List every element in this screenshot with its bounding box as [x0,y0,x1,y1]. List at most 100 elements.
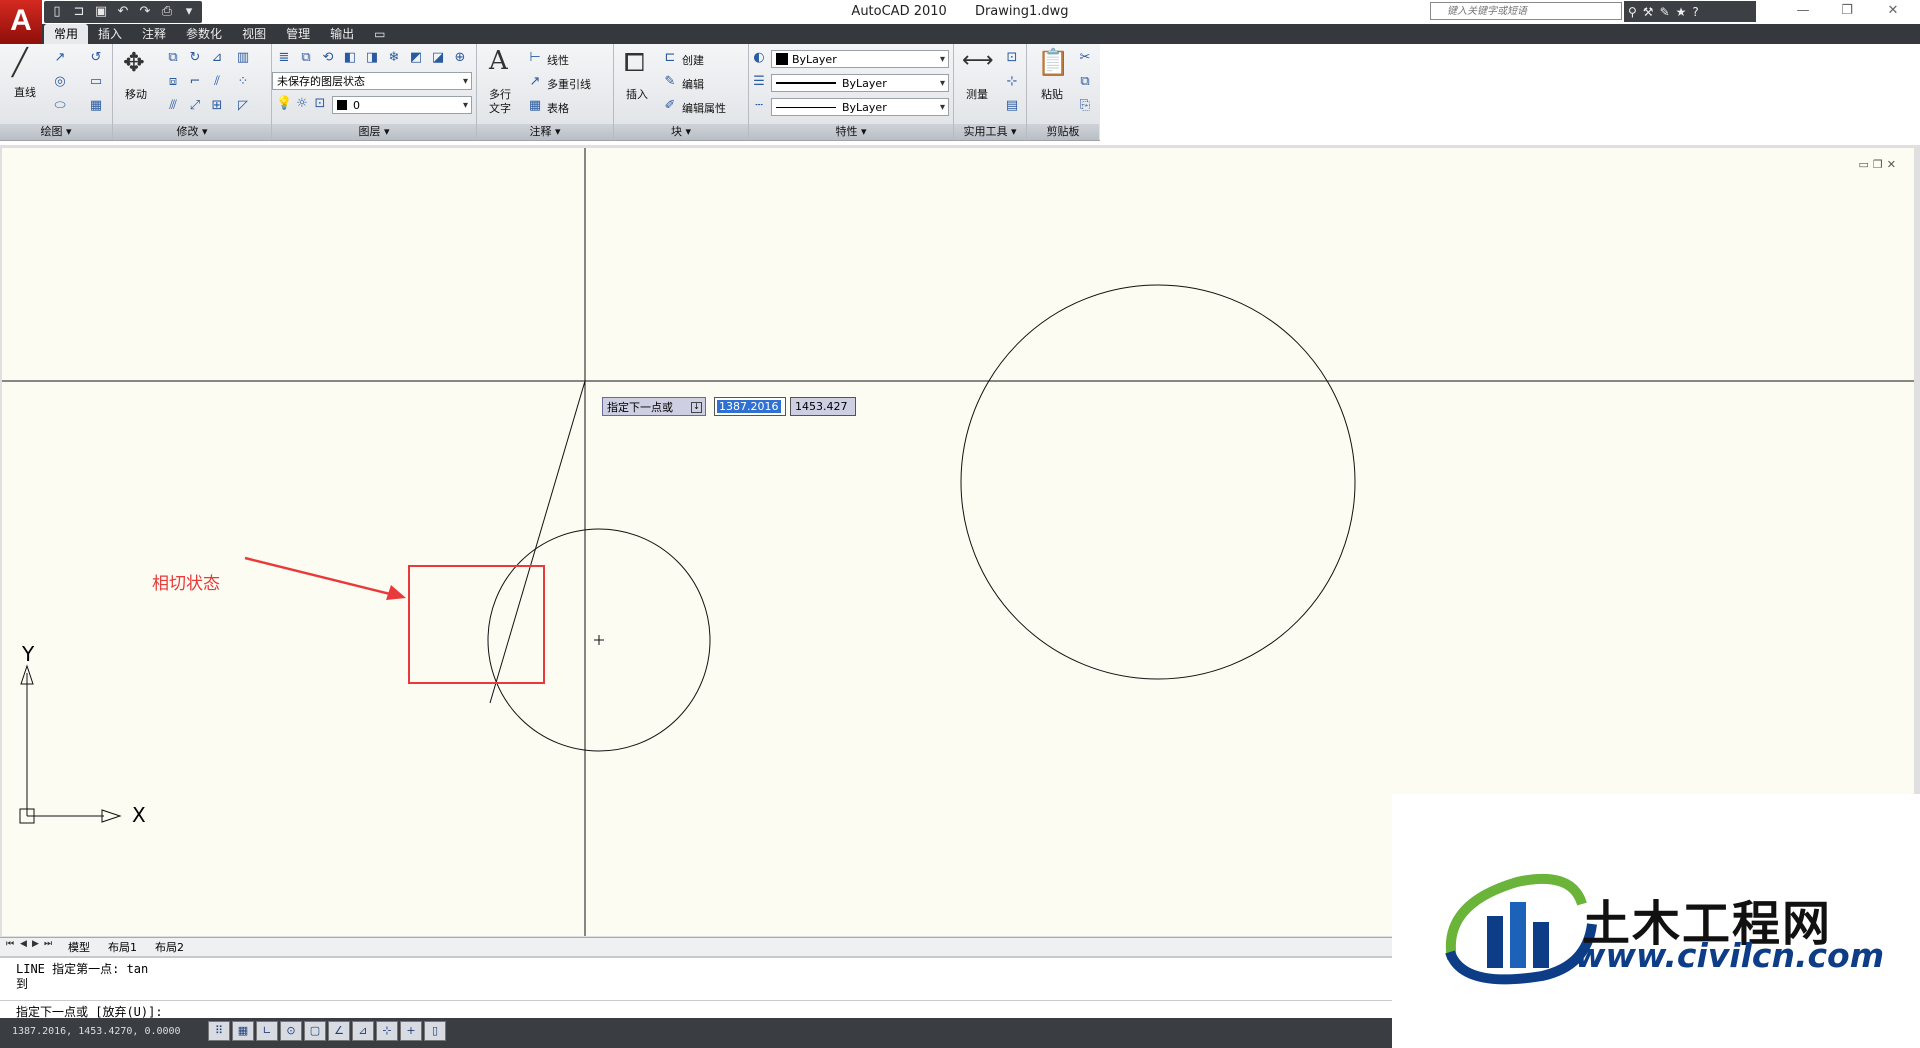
redo-icon[interactable]: ↷ [136,3,154,21]
calculator-icon[interactable]: ▤ [1004,98,1020,114]
tab-home[interactable]: 常用 [44,24,89,44]
grid-toggle-icon[interactable]: ▦ [232,1021,254,1041]
trim-icon[interactable]: ⊿ [209,50,225,66]
block-panel-title[interactable]: 块 ▾ [614,124,748,140]
tab-annotate[interactable]: 注释 [132,24,176,44]
lineweight-select[interactable]: ByLayer [771,74,949,92]
prompt-options-icon[interactable]: ↓ [691,402,702,413]
layer-unlock-icon[interactable]: ⊡ [312,96,328,112]
favorites-star-icon[interactable]: ★ [1676,5,1687,19]
color-select[interactable]: ByLayer [771,50,949,68]
tab-insert[interactable]: 插入 [88,24,132,44]
dyn-toggle-icon[interactable]: ⊹ [376,1021,398,1041]
insert-block-icon[interactable]: ⧠ [624,48,645,79]
dynamic-input-y-field[interactable]: 1453.427 [790,397,856,416]
table-icon[interactable]: ▦ [527,98,543,114]
polyline-icon[interactable]: ↗ [52,50,68,66]
next-tab-icon[interactable]: ▶ [32,939,39,949]
layer-match-icon[interactable]: ⧉ [298,50,314,66]
print-icon[interactable]: ⎙ [158,3,176,21]
layer-thaw-sun-icon[interactable]: ☼ [294,96,310,112]
multileader-icon[interactable]: ↗ [527,74,543,90]
layout-tab-model[interactable]: 模型 [68,939,90,955]
last-tab-icon[interactable]: ⏭ [44,939,52,949]
draw-panel-title[interactable]: 绘图 ▾ [0,124,112,140]
communication-icon[interactable]: ✎ [1660,5,1670,19]
create-block-icon[interactable]: ⊏ [662,50,678,66]
copy-icon[interactable]: ⧉ [165,50,181,66]
large-circle[interactable] [960,284,1356,680]
minimize-button[interactable]: — [1786,2,1820,20]
move-icon[interactable]: ✥ [123,48,145,78]
scale-icon[interactable]: ⤢ [187,98,203,114]
circle-icon[interactable]: ◎ [52,74,68,90]
new-file-icon[interactable]: ▯ [48,3,66,21]
qp-toggle-icon[interactable]: ▯ [424,1021,446,1041]
rectangle-icon[interactable]: ▭ [88,74,104,90]
quick-select-icon[interactable]: ⊡ [1004,50,1020,66]
search-input[interactable]: 键入关键字或短语 [1430,2,1622,20]
properties-panel-title[interactable]: 特性 ▾ [749,124,953,140]
tab-manage[interactable]: 管理 [276,24,320,44]
edit-attributes-label[interactable]: 编辑属性 [682,100,726,116]
lineweight-icon[interactable]: ☰ [751,74,767,90]
tab-output[interactable]: 输出 [320,24,364,44]
binoculars-icon[interactable]: ⚲ [1628,5,1637,19]
edit-block-label[interactable]: 编辑 [682,76,704,92]
line-tool-label[interactable]: 直线 [14,84,36,100]
ribbon-minimize-icon[interactable]: ▭ [364,24,395,44]
mirror-icon[interactable]: ⧈ [165,74,181,90]
app-menu-button[interactable]: A [0,0,42,44]
edit-block-icon[interactable]: ✎ [662,74,678,90]
restore-button[interactable]: ❐ [1830,2,1864,20]
insert-block-label[interactable]: 插入 [626,86,648,102]
clipboard-panel-title[interactable]: 剪贴板 [1027,124,1099,140]
create-block-label[interactable]: 创建 [682,52,704,68]
measure-icon[interactable]: ⟷ [962,48,994,73]
ducs-toggle-icon[interactable]: ⊿ [352,1021,374,1041]
tab-parametric[interactable]: 参数化 [176,24,232,44]
copy-clip-icon[interactable]: ⧉ [1077,74,1093,90]
paste-icon[interactable]: 📋 [1037,48,1069,78]
mtext-icon[interactable]: A [489,46,508,76]
coordinate-readout[interactable]: 1387.2016, 1453.4270, 0.0000 [12,1026,181,1037]
save-icon[interactable]: ▣ [92,3,110,21]
paste-label[interactable]: 粘贴 [1041,86,1063,102]
close-button[interactable]: ✕ [1876,2,1910,20]
layout-tab-layout1[interactable]: 布局1 [108,939,137,955]
layer-isolate-icon[interactable]: ◧ [342,50,358,66]
qat-dropdown-icon[interactable]: ▾ [180,3,198,21]
layers-panel-title[interactable]: 图层 ▾ [272,124,476,140]
multileader-label[interactable]: 多重引线 [547,76,591,92]
array-icon[interactable]: ⊞ [209,98,225,114]
line-icon[interactable]: ╱ [12,48,28,78]
modify-panel-title[interactable]: 修改 ▾ [113,124,271,140]
first-tab-icon[interactable]: ⏮ [6,939,14,949]
otrack-toggle-icon[interactable]: ∠ [328,1021,350,1041]
offset-icon[interactable]: ⫻ [165,98,181,114]
tab-view[interactable]: 视图 [232,24,276,44]
open-file-icon[interactable]: ⊐ [70,3,88,21]
chamfer-icon[interactable]: ◸ [235,98,251,114]
utilities-panel-title[interactable]: 实用工具 ▾ [954,124,1026,140]
measure-label[interactable]: 测量 [966,86,988,102]
layer-state-select[interactable]: 未保存的图层状态 [272,72,472,90]
undo-icon[interactable]: ↶ [114,3,132,21]
layer-properties-icon[interactable]: ≣ [276,50,292,66]
cut-icon[interactable]: ✂ [1077,50,1093,66]
layer-on-bulb-icon[interactable]: 💡 [276,96,292,112]
table-label[interactable]: 表格 [547,100,569,116]
fillet-icon[interactable]: ⌐ [187,74,203,90]
layer-previous-icon[interactable]: ⟲ [320,50,336,66]
layout-tab-layout2[interactable]: 布局2 [155,939,184,955]
layer-freeze-icon[interactable]: ❄ [386,50,402,66]
layer-walk-icon[interactable]: ◪ [430,50,446,66]
rotate-icon[interactable]: ↻ [187,50,203,66]
layer-merge-icon[interactable]: ⊕ [452,50,468,66]
linetype-select[interactable]: ByLayer [771,98,949,116]
erase-icon[interactable]: ▥ [235,50,251,66]
help-icon[interactable]: ? [1692,5,1698,19]
linear-dim-icon[interactable]: ⊢ [527,50,543,66]
viewport-window-controls[interactable]: ▭❐✕ [1859,158,1900,171]
subscription-icon[interactable]: ⚒ [1643,5,1654,19]
